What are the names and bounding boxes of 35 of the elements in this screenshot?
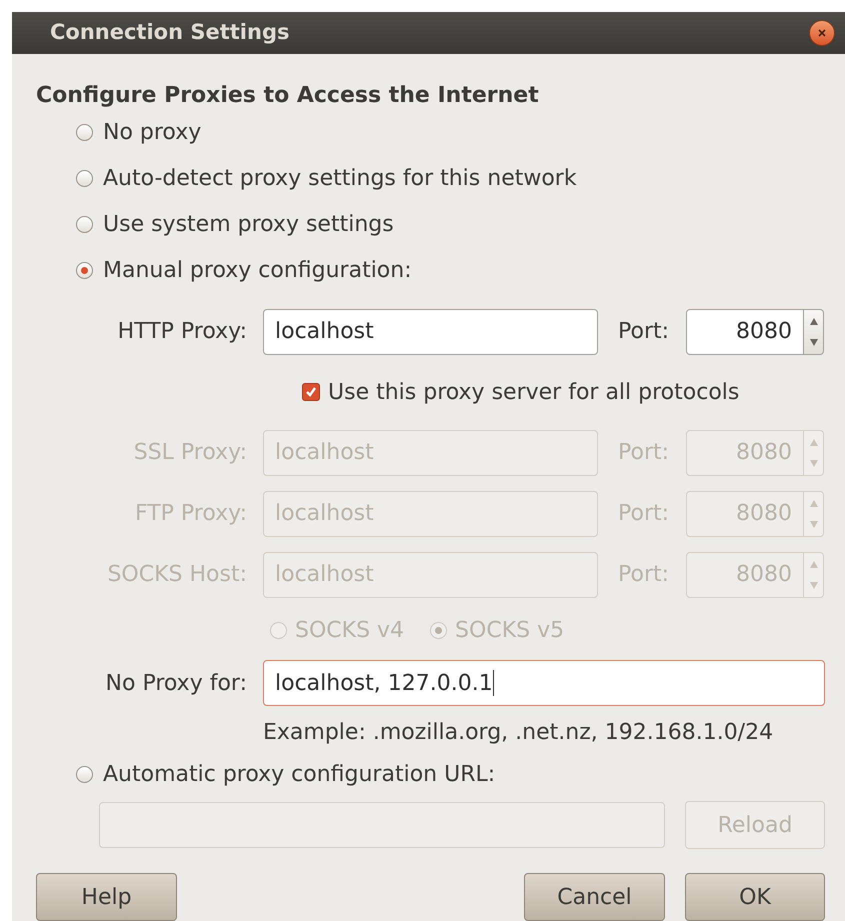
radio-label: Manual proxy configuration: (103, 256, 412, 284)
radio-label: SOCKS v4 (295, 616, 404, 644)
spin-buttons[interactable] (804, 308, 824, 354)
field-label: HTTP Proxy: (116, 318, 247, 346)
port-label: Port: (618, 318, 670, 346)
port-label: Port: (618, 439, 670, 467)
proxy-field[interactable]: localhost (263, 308, 598, 354)
checkbox[interactable] (302, 383, 320, 401)
radio-button[interactable] (76, 262, 93, 278)
radio-label: Use system proxy settings (103, 210, 394, 238)
radio-button[interactable] (76, 216, 93, 232)
close-icon[interactable] (809, 20, 835, 46)
window-title: Connection Settings (50, 19, 290, 46)
radio-label: No proxy (103, 118, 202, 146)
radio-button[interactable] (76, 766, 93, 782)
check-icon (305, 386, 317, 398)
field-label: SOCKS Host: (106, 561, 247, 589)
port-label: Port: (618, 561, 670, 589)
port-field[interactable]: 8080 (686, 308, 804, 354)
field-label: SSL Proxy: (132, 439, 247, 467)
section-heading: Configure Proxies to Access the Internet (36, 82, 540, 109)
field-label: No Proxy for: (104, 670, 247, 698)
port-label: Port: (618, 500, 670, 528)
radio-button[interactable] (76, 124, 93, 140)
radio-label: SOCKS v5 (455, 616, 564, 644)
example-text: Example: .mozilla.org, .net.nz, 192.168.1.0/24 (262, 718, 774, 746)
radio-label: Auto-detect proxy settings for this network (103, 164, 577, 192)
ok-button[interactable]: OK (685, 873, 825, 921)
help-button[interactable]: Help (36, 873, 177, 921)
radio-label: Automatic proxy configuration URL: (103, 760, 496, 788)
cancel-button[interactable]: Cancel (524, 873, 665, 921)
no-proxy-field[interactable]: localhost, 127.0.0.1 (263, 660, 825, 706)
radio-button[interactable] (76, 170, 93, 186)
checkbox-label: Use this proxy server for all protocols (328, 378, 740, 406)
field-label: FTP Proxy: (134, 500, 247, 528)
